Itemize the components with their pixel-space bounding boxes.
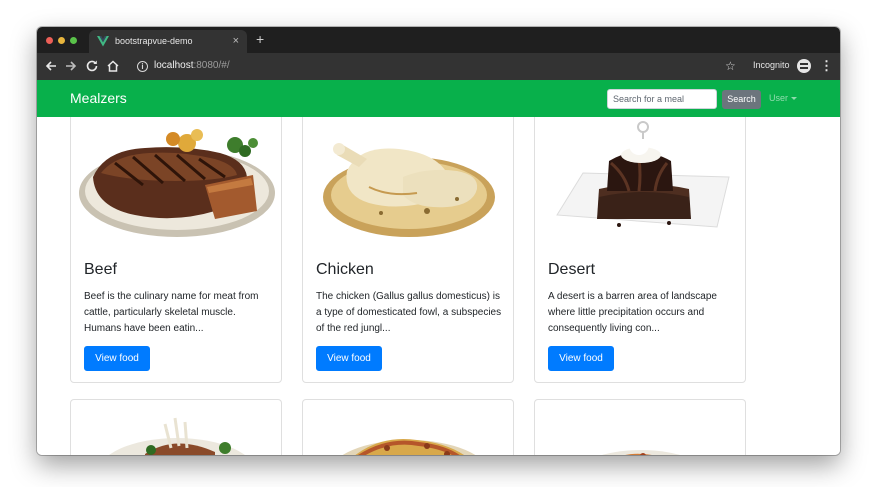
browser-window: bootstrapvue-demo × + i localhost:8080/#…	[37, 27, 840, 455]
incognito-label: Incognito	[753, 60, 790, 70]
meal-card-partial	[302, 399, 514, 455]
vue-logo-icon	[97, 36, 109, 47]
spaghetti-image	[602, 450, 680, 455]
lamb-image	[109, 417, 245, 455]
brand-link[interactable]: Mealzers	[70, 90, 127, 106]
kebab-menu-icon[interactable]: ⋮	[820, 58, 833, 74]
view-food-button[interactable]: View food	[548, 346, 614, 371]
window-close-button[interactable]	[46, 37, 53, 44]
window-maximize-button[interactable]	[70, 37, 77, 44]
meal-card-chicken: Chicken The chicken (Gallus gallus domes…	[302, 117, 514, 383]
meal-card-partial	[70, 399, 282, 455]
arrow-left-icon[interactable]	[43, 58, 59, 74]
tab-title: bootstrapvue-demo	[115, 36, 193, 46]
meal-card-text: The chicken (Gallus gallus domesticus) i…	[316, 291, 502, 334]
meal-card-partial	[534, 399, 746, 455]
url-text: localhost:8080/#/	[154, 60, 230, 71]
address-bar[interactable]: i localhost:8080/#/	[131, 57, 711, 76]
window-minimize-button[interactable]	[58, 37, 65, 44]
meal-card-title: Desert	[548, 261, 596, 278]
user-dropdown[interactable]: User	[769, 93, 798, 103]
view-food-button[interactable]: View food	[316, 346, 382, 371]
reload-icon[interactable]	[84, 58, 100, 74]
home-icon[interactable]	[105, 58, 121, 74]
meal-grid: Beef Beef is the culinary name for meat …	[37, 117, 840, 455]
meal-card-title: Chicken	[316, 261, 374, 278]
pasta-image	[342, 439, 476, 455]
meal-card-desert: Desert A desert is a barren area of land…	[534, 117, 746, 383]
view-food-button[interactable]: View food	[84, 346, 150, 371]
browser-tab[interactable]: bootstrapvue-demo ×	[89, 30, 247, 53]
meal-card-text: Beef is the culinary name for meat from …	[84, 291, 259, 334]
tab-strip: bootstrapvue-demo × +	[37, 27, 840, 53]
desert-image	[556, 121, 730, 228]
app-navbar: Mealzers Search User	[37, 80, 840, 117]
search-input[interactable]	[607, 89, 717, 109]
search-button[interactable]: Search	[722, 90, 761, 109]
beef-image	[79, 129, 275, 237]
chicken-image	[323, 143, 495, 237]
incognito-icon[interactable]	[797, 59, 811, 73]
new-tab-button[interactable]: +	[256, 31, 264, 47]
arrow-right-icon[interactable]	[63, 58, 79, 74]
browser-toolbar: i localhost:8080/#/ ☆ Incognito ⋮	[37, 53, 840, 80]
caret-down-icon	[791, 97, 798, 101]
info-icon[interactable]: i	[137, 61, 148, 72]
user-dropdown-label: User	[769, 93, 789, 103]
meal-card-text: A desert is a barren area of landscape w…	[548, 291, 717, 334]
meal-card-title: Beef	[84, 261, 117, 278]
meal-card-beef: Beef Beef is the culinary name for meat …	[70, 117, 282, 383]
close-tab-icon[interactable]: ×	[233, 34, 239, 48]
star-icon[interactable]: ☆	[725, 58, 736, 74]
